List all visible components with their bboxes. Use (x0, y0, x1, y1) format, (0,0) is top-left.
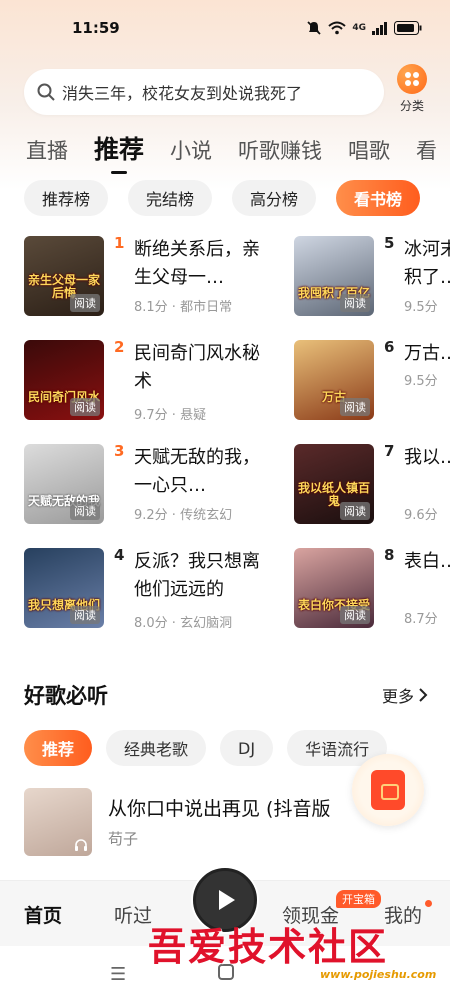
network-type: 4G (352, 23, 366, 33)
headphones-icon (75, 839, 87, 851)
book-meta: 8.0分 · 玄幻脑洞 (134, 616, 233, 631)
nav-mine[interactable]: 我的 (384, 901, 422, 928)
book-rank: 8 (384, 546, 395, 564)
chevron-right-icon (419, 688, 428, 702)
book-item[interactable]: 亲生父母一家后悔 阅读 1 断绝关系后，亲生父母一… 8.1分 · 都市日常 (24, 236, 284, 318)
book-meta: 8.1分 · 都市日常 (134, 300, 233, 315)
more-songs-link[interactable]: 更多 (382, 683, 428, 707)
book-item[interactable]: 民间奇门风水 阅读 2 民间奇门风水秘术 9.7分 · 悬疑 (24, 338, 284, 423)
search-placeholder: 消失三年，校花女友到处说我死了 (62, 84, 303, 103)
song-chip-classic[interactable]: 经典老歌 (106, 730, 207, 766)
watermark-text: 吾爱技术社区 (148, 924, 389, 969)
book-meta: 9.7分 · 悬疑 (134, 408, 207, 423)
book-title: 冰河末世：我囤积了… (404, 239, 450, 288)
tab-sing[interactable]: 唱歌 (348, 135, 390, 165)
chip-reading-list[interactable]: 看书榜 (336, 180, 421, 216)
book-rank: 7 (384, 442, 395, 460)
mute-bell-icon (307, 21, 321, 35)
book-title: 万古… (404, 343, 450, 364)
song-chip-recommend[interactable]: 推荐 (24, 730, 93, 766)
notification-dot (425, 900, 432, 907)
song-cover (24, 788, 92, 856)
read-badge: 阅读 (340, 606, 370, 624)
book-cover: 万古 阅读 (294, 340, 374, 420)
book-rank: 2 (114, 338, 125, 356)
book-cover: 我囤积了百亿 阅读 (294, 236, 374, 316)
ranking-chips: 推荐榜 完结榜 高分榜 看书榜 (24, 180, 421, 216)
tab-novel[interactable]: 小说 (170, 135, 212, 165)
song-artist: 苟子 (108, 830, 139, 848)
book-title: 断绝关系后，亲生父母一… (134, 239, 260, 288)
read-badge: 阅读 (70, 398, 100, 416)
red-packet-button[interactable] (352, 754, 424, 826)
status-bar: 11:59 4G (0, 0, 450, 56)
read-badge: 阅读 (70, 294, 100, 312)
read-badge: 阅读 (70, 606, 100, 624)
search-icon (37, 83, 55, 101)
song-category-chips: 推荐 经典老歌 DJ 华语流行 (24, 730, 388, 766)
book-title: 我以…鬼 (404, 447, 450, 468)
book-rank: 6 (384, 338, 395, 356)
search-input[interactable]: 消失三年，校花女友到处说我死了 (24, 69, 384, 115)
read-badge: 阅读 (340, 294, 370, 312)
book-meta: 8.7分 (404, 612, 438, 627)
book-meta: 9.5分 (404, 374, 438, 389)
song-chip-dj[interactable]: DJ (220, 730, 274, 766)
red-envelope-icon (371, 770, 405, 810)
tab-live[interactable]: 直播 (26, 135, 68, 165)
song-title: 从你口中说出再见 (抖音版 (108, 798, 331, 820)
book-item[interactable]: 表白你不接受 阅读 8 表白…受， 8.7分 (294, 546, 450, 630)
watermark-url: www.pojieshu.com (320, 968, 437, 981)
signal-icon (372, 22, 387, 35)
read-badge: 阅读 (340, 502, 370, 520)
songs-section-header: 好歌必听 更多 (24, 680, 428, 710)
book-rank: 3 (114, 442, 125, 460)
songs-section-title: 好歌必听 (24, 684, 108, 708)
battery-icon (394, 21, 422, 35)
tab-recommend[interactable]: 推荐 (94, 130, 144, 166)
treasure-badge: 开宝箱 (336, 890, 381, 908)
book-item[interactable]: 我只想离他们 阅读 4 反派？我只想离他们远远的 8.0分 · 玄幻脑洞 (24, 546, 284, 631)
category-button[interactable]: 分类 (392, 64, 432, 114)
wifi-icon (328, 21, 347, 35)
book-cover: 我以纸人镇百鬼 阅读 (294, 444, 374, 524)
book-item[interactable]: 万古 阅读 6 万古… 9.5分 (294, 338, 450, 422)
book-cover: 表白你不接受 阅读 (294, 548, 374, 628)
category-icon (397, 64, 427, 94)
book-rank: 5 (384, 236, 395, 252)
menu-icon[interactable]: ☰ (110, 964, 126, 985)
book-cover: 民间奇门风水 阅读 (24, 340, 104, 420)
book-item[interactable]: 我囤积了百亿 阅读 5 冰河末世：我囤积了… 9.5分 (294, 236, 450, 318)
book-title: 民间奇门风水秘术 (134, 343, 260, 392)
nav-listened[interactable]: 听过 (114, 901, 152, 928)
book-cover: 我只想离他们 阅读 (24, 548, 104, 628)
read-badge: 阅读 (70, 502, 100, 520)
book-rank: 1 (114, 236, 125, 252)
chip-recommend-list[interactable]: 推荐榜 (24, 180, 109, 216)
book-item[interactable]: 天赋无敌的我 阅读 3 天赋无敌的我，一心只… 9.2分 · 传统玄幻 (24, 442, 284, 526)
book-meta: 9.2分 · 传统玄幻 (134, 508, 233, 523)
nav-home[interactable]: 首页 (24, 901, 62, 928)
search-row: 消失三年，校花女友到处说我死了 分类 (24, 64, 434, 118)
book-cover: 天赋无敌的我 阅读 (24, 444, 104, 524)
tab-listen-earn[interactable]: 听歌赚钱 (238, 135, 322, 165)
chip-high-score-list[interactable]: 高分榜 (232, 180, 317, 216)
status-time: 11:59 (72, 19, 120, 37)
read-badge: 阅读 (340, 398, 370, 416)
book-title: 表白…受， (404, 551, 450, 572)
tab-watch[interactable]: 看 (416, 135, 437, 165)
book-title: 天赋无敌的我，一心只… (134, 447, 260, 496)
more-label: 更多 (381, 687, 414, 706)
book-title: 反派？我只想离他们远远的 (134, 551, 260, 600)
book-rank: 4 (114, 546, 125, 564)
book-meta: 9.6分 (404, 508, 438, 523)
book-cover: 亲生父母一家后悔 阅读 (24, 236, 104, 316)
status-icons: 4G (306, 20, 422, 36)
book-ranking: 亲生父母一家后悔 阅读 1 断绝关系后，亲生父母一… 8.1分 · 都市日常 民… (24, 236, 450, 636)
chip-finished-list[interactable]: 完结榜 (128, 180, 213, 216)
book-item[interactable]: 我以纸人镇百鬼 阅读 7 我以…鬼 9.6分 (294, 442, 450, 526)
book-meta: 9.5分 (404, 300, 438, 315)
category-label: 分类 (399, 99, 424, 113)
top-tabs: 直播 推荐 小说 听歌赚钱 唱歌 看 (26, 130, 437, 166)
